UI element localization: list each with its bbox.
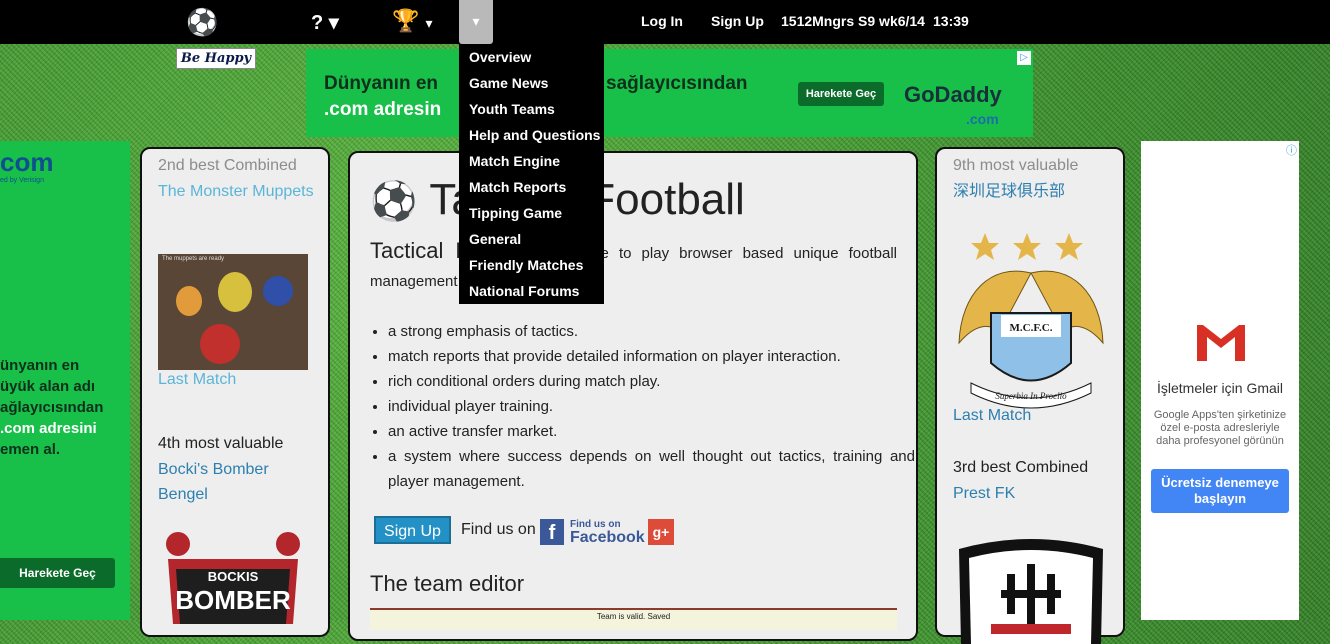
team-editor-status: Team is valid. Saved: [370, 608, 897, 630]
help-menu-button[interactable]: ? ▾: [311, 10, 339, 35]
menu-item-overview[interactable]: Overview: [459, 44, 604, 70]
feature-item: a strong emphasis of tactics.: [388, 319, 915, 344]
menu-item-help[interactable]: Help and Questions: [459, 122, 604, 148]
left-ad-text-line: ünyanın en: [0, 357, 80, 374]
left-ad-text: ünyanın en üyük alan adı ağlayıcısından …: [0, 355, 128, 460]
muppet-figure: [176, 286, 202, 316]
muppet-figure: [200, 324, 240, 364]
trophy-menu-chevron: ▾: [425, 15, 433, 31]
football-icon: ⚽: [370, 181, 418, 223]
google-plus-button[interactable]: g+: [648, 519, 674, 545]
left-ad-text-line: emen al.: [0, 441, 61, 458]
main-menu-button[interactable]: ▾: [459, 0, 493, 44]
club-crest-image[interactable]: M.C.F.C. Superbia In Proelio: [951, 233, 1111, 413]
muppet-figure: [218, 272, 252, 312]
left-last-match-link[interactable]: Last Match: [158, 367, 236, 392]
crest-text: M.C.F.C.: [1010, 322, 1053, 334]
main-dropdown-menu: Overview Game News Youth Teams Help and …: [459, 44, 604, 304]
right-combined-club-link[interactable]: Prest FK: [953, 481, 1113, 506]
facebook-big-text: Facebook: [570, 529, 645, 546]
feature-list: a strong emphasis of tactics. match repo…: [370, 319, 915, 494]
muppet-figure: [263, 276, 293, 306]
muppets-image-caption: The muppets are ready: [162, 256, 225, 262]
trophy-icon: 🏆: [392, 8, 420, 33]
combined-rank-label: 2nd best Combined: [158, 157, 297, 174]
crest-motto: Superbia In Proelio: [995, 391, 1067, 401]
right-combined-rank-label: 3rd best Combined: [953, 459, 1089, 476]
main-content-panel: ⚽Tactical Football Tactical Football is …: [348, 151, 918, 641]
feature-item: rich conditional orders during match pla…: [388, 369, 915, 394]
trophy-menu-button[interactable]: 🏆 ▾: [392, 8, 433, 34]
right-ad-description: Google Apps'ten şirketinize özel e-posta…: [1153, 409, 1287, 447]
intro-paragraph: Tactical Football is a free to play brow…: [370, 237, 897, 296]
top-ad-line2: .com adresin: [324, 99, 442, 120]
team-editor-heading: The team editor: [370, 571, 525, 596]
signup-link[interactable]: Sign Up: [711, 13, 764, 29]
left-ad-logo-sub: ed by Verisign: [0, 177, 44, 184]
football-home-icon[interactable]: ⚽: [186, 7, 218, 37]
login-link[interactable]: Log In: [641, 13, 683, 29]
facebook-icon: f: [540, 519, 564, 545]
left-ad-cta-button[interactable]: Harekete Geç: [0, 558, 115, 588]
menu-item-tipping-game[interactable]: Tipping Game: [459, 200, 604, 226]
feature-item: an active transfer market.: [388, 419, 915, 444]
left-ad-text-line: .com adresini: [0, 420, 97, 437]
right-valuable-club-link[interactable]: 深圳足球俱乐部: [953, 179, 1113, 204]
find-us-label: Find us on: [461, 521, 536, 538]
muppets-team-image[interactable]: The muppets are ready: [158, 254, 308, 370]
godaddy-logo: GoDaddy: [904, 82, 1002, 107]
right-advertisement[interactable]: ⓘ İşletmeler için Gmail Google Apps'ten …: [1141, 141, 1299, 620]
gmail-icon: [1193, 321, 1249, 363]
left-sidebar-panel: 2nd best Combined The Monster Muppets Th…: [140, 147, 330, 637]
right-sidebar-panel: 9th most valuable 深圳足球俱乐部 M.C.F.C. Super…: [935, 147, 1125, 644]
top-nav-bar: ⚽ ? ▾ 🏆 ▾ ▾ Log In Sign Up 1512Mngrs S9 …: [0, 0, 1330, 44]
right-ad-cta-button[interactable]: Ücretsiz denemeye başlayın: [1151, 469, 1289, 513]
top-ad-cta-button[interactable]: Harekete Geç: [798, 82, 884, 106]
signup-button[interactable]: Sign Up: [374, 516, 451, 544]
be-happy-banner: Be Happy: [176, 48, 256, 69]
server-time: 13:39: [933, 13, 969, 29]
valuable-rank-label: 4th most valuable: [158, 435, 284, 452]
menu-item-national-forums[interactable]: National Forums: [459, 278, 604, 304]
right-valuable-rank-label: 9th most valuable: [953, 157, 1079, 174]
badge-text-top: BOCKIS: [208, 569, 259, 584]
godaddy-logo-sub: .com: [966, 111, 999, 127]
right-ad-title: İşletmeler için Gmail: [1156, 380, 1284, 396]
ad-choices-icon[interactable]: ▷: [1017, 51, 1031, 65]
combined-club-link[interactable]: The Monster Muppets: [158, 179, 318, 204]
feature-item: a system where success depends on well t…: [388, 444, 915, 494]
left-ad-text-line: üyük alan adı: [0, 378, 96, 395]
badge-text-bottom: BOMBER: [175, 585, 291, 615]
menu-item-match-reports[interactable]: Match Reports: [459, 174, 604, 200]
prest-fk-badge[interactable]: [951, 534, 1111, 644]
right-last-match-link[interactable]: Last Match: [953, 403, 1031, 428]
ad-info-icon[interactable]: ⓘ: [1286, 142, 1297, 158]
valuable-club-link[interactable]: Bocki's Bomber Bengel: [158, 457, 318, 507]
left-ad-logo: com: [0, 147, 54, 177]
menu-item-friendly-matches[interactable]: Friendly Matches: [459, 252, 604, 278]
manager-status: 1512Mngrs S9 wk6/14: [781, 13, 925, 29]
left-advertisement[interactable]: com ed by Verisign ünyanın en üyük alan …: [0, 141, 130, 620]
top-ad-line1b: sağlayıcısından: [606, 73, 748, 94]
menu-item-youth-teams[interactable]: Youth Teams: [459, 96, 604, 122]
top-advertisement[interactable]: Dünyanın en sağlayıcısından .com adresin…: [306, 49, 1033, 137]
feature-item: individual player training.: [388, 394, 915, 419]
left-ad-text-line: ağlayıcısından: [0, 399, 104, 416]
facebook-button[interactable]: f Find us on Facebook: [540, 519, 645, 546]
feature-item: match reports that provide detailed info…: [388, 344, 915, 369]
bockis-bomber-badge[interactable]: BOCKIS BOMBER: [158, 529, 308, 624]
menu-item-game-news[interactable]: Game News: [459, 70, 604, 96]
menu-item-general[interactable]: General: [459, 226, 604, 252]
menu-item-match-engine[interactable]: Match Engine: [459, 148, 604, 174]
top-ad-line1: Dünyanın en: [324, 73, 439, 94]
